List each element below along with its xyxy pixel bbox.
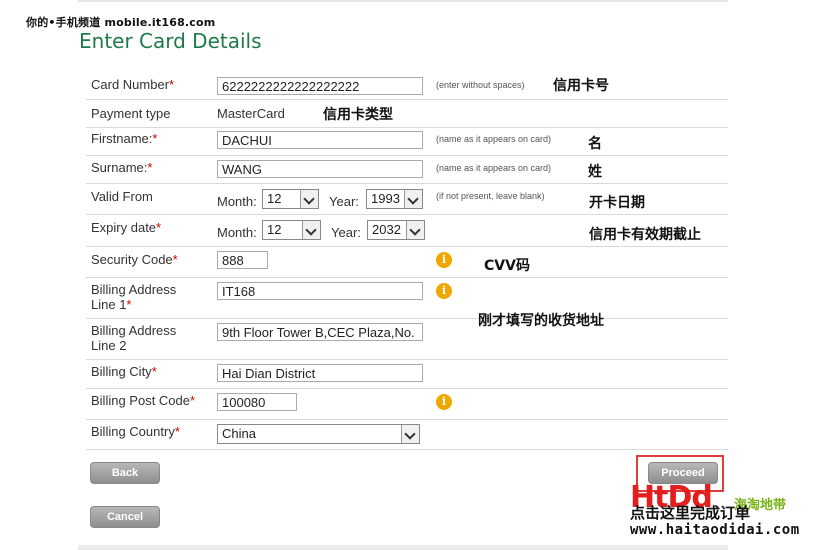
cancel-button[interactable]: Cancel xyxy=(90,506,160,528)
annotation-surname: 姓 xyxy=(588,164,602,180)
expiry-month-select[interactable]: 12 xyxy=(262,220,321,240)
bottom-divider xyxy=(78,545,728,550)
surname-label: Surname: xyxy=(91,160,148,175)
page-title: Enter Card Details xyxy=(79,29,262,53)
annotation-click-here: 点击这里完成订单 xyxy=(630,504,751,522)
address2-label-line1: Billing Address xyxy=(91,323,177,338)
info-icon[interactable]: i xyxy=(436,283,452,299)
surname-hint: (name as it appears on card) xyxy=(436,163,552,173)
info-icon[interactable]: i xyxy=(436,252,452,268)
valid-from-month-value: 12 xyxy=(267,191,282,206)
firstname-hint: (name as it appears on card) xyxy=(436,134,552,144)
row-security-code: Security Code* 888 i xyxy=(86,246,728,278)
card-number-input[interactable]: 6222222222222222222 xyxy=(217,77,423,95)
required-mark: * xyxy=(147,160,153,175)
annotation-expiry: 信用卡有效期截止 xyxy=(589,227,701,243)
required-mark: * xyxy=(169,77,175,92)
required-mark: * xyxy=(172,252,178,267)
required-mark: * xyxy=(190,393,196,408)
watermark-top: 你的•手机频道 mobile.it168.com xyxy=(26,16,216,29)
chevron-down-icon[interactable] xyxy=(302,221,320,239)
annotation-firstname: 名 xyxy=(588,136,602,152)
annotation-valid-from: 开卡日期 xyxy=(589,195,645,211)
surname-input[interactable]: WANG xyxy=(217,160,423,178)
address1-label-line2: Line 1 xyxy=(91,297,127,312)
annotation-address: 刚才填写的收货地址 xyxy=(478,313,604,329)
row-city: Billing City* Hai Dian District xyxy=(86,359,728,389)
postcode-label: Billing Post Code xyxy=(91,393,190,408)
left-margin xyxy=(0,0,78,550)
required-mark: * xyxy=(174,424,180,439)
security-code-label: Security Code xyxy=(91,252,173,267)
top-divider xyxy=(78,0,728,2)
row-address-line1: Billing Address Line 1* IT168 i xyxy=(86,277,728,319)
country-label: Billing Country xyxy=(91,424,175,439)
valid-from-month-select[interactable]: 12 xyxy=(262,189,319,209)
annotation-card-number: 信用卡号 xyxy=(553,78,609,94)
row-payment-type: Payment type MasterCard xyxy=(86,99,728,128)
valid-from-label: Valid From xyxy=(91,189,153,204)
required-mark: * xyxy=(126,297,132,312)
expiry-month-value: 12 xyxy=(267,222,282,237)
row-address-line2: Billing Address Line 2 9th Floor Tower B,… xyxy=(86,318,728,360)
valid-from-hint: (if not present, leave blank) xyxy=(436,191,545,201)
chevron-down-icon[interactable] xyxy=(401,425,419,443)
valid-from-year-value: 1993 xyxy=(371,191,400,206)
required-mark: * xyxy=(152,131,158,146)
country-select[interactable]: China xyxy=(217,424,420,444)
expiry-month-label: Month: xyxy=(217,225,257,240)
valid-from-month-label: Month: xyxy=(217,194,257,209)
card-number-hint: (enter without spaces) xyxy=(436,80,525,90)
card-number-label: Card Number xyxy=(91,77,170,92)
chevron-down-icon[interactable] xyxy=(404,190,422,208)
row-country: Billing Country* China xyxy=(86,419,728,450)
row-card-number: Card Number* 6222222222222222222 (enter … xyxy=(86,71,728,100)
expiry-year-label: Year: xyxy=(331,225,361,240)
annotation-payment-type: 信用卡类型 xyxy=(323,107,393,123)
city-label: Billing City xyxy=(91,364,152,379)
required-mark: * xyxy=(151,364,157,379)
info-icon[interactable]: i xyxy=(436,394,452,410)
required-mark: * xyxy=(156,220,162,235)
expiry-label: Expiry date xyxy=(91,220,157,235)
firstname-input[interactable]: DACHUI xyxy=(217,131,423,149)
address-line2-input[interactable]: 9th Floor Tower B,CEC Plaza,No. xyxy=(217,323,423,341)
security-code-input[interactable]: 888 xyxy=(217,251,268,269)
annotation-cvv: CVV码 xyxy=(484,258,530,274)
back-button[interactable]: Back xyxy=(90,462,160,484)
payment-type-value: MasterCard xyxy=(217,106,285,121)
address2-label-line2: Line 2 xyxy=(91,338,127,353)
row-firstname: Firstname:* DACHUI (name as it appears o… xyxy=(86,127,728,156)
row-surname: Surname:* WANG (name as it appears on ca… xyxy=(86,155,728,184)
address-line1-input[interactable]: IT168 xyxy=(217,282,423,300)
city-input[interactable]: Hai Dian District xyxy=(217,364,423,382)
row-postcode: Billing Post Code* 100080 i xyxy=(86,388,728,420)
address1-label-line1: Billing Address xyxy=(91,282,177,297)
country-value: China xyxy=(222,426,256,441)
expiry-year-select[interactable]: 2032 xyxy=(367,220,425,240)
chevron-down-icon[interactable] xyxy=(406,221,424,239)
valid-from-year-label: Year: xyxy=(329,194,359,209)
payment-type-label: Payment type xyxy=(91,106,171,121)
chevron-down-icon[interactable] xyxy=(300,190,318,208)
expiry-year-value: 2032 xyxy=(372,222,401,237)
watermark-site: www.haitaodidai.com xyxy=(630,522,800,538)
firstname-label: Firstname: xyxy=(91,131,153,146)
valid-from-year-select[interactable]: 1993 xyxy=(366,189,423,209)
postcode-input[interactable]: 100080 xyxy=(217,393,297,411)
